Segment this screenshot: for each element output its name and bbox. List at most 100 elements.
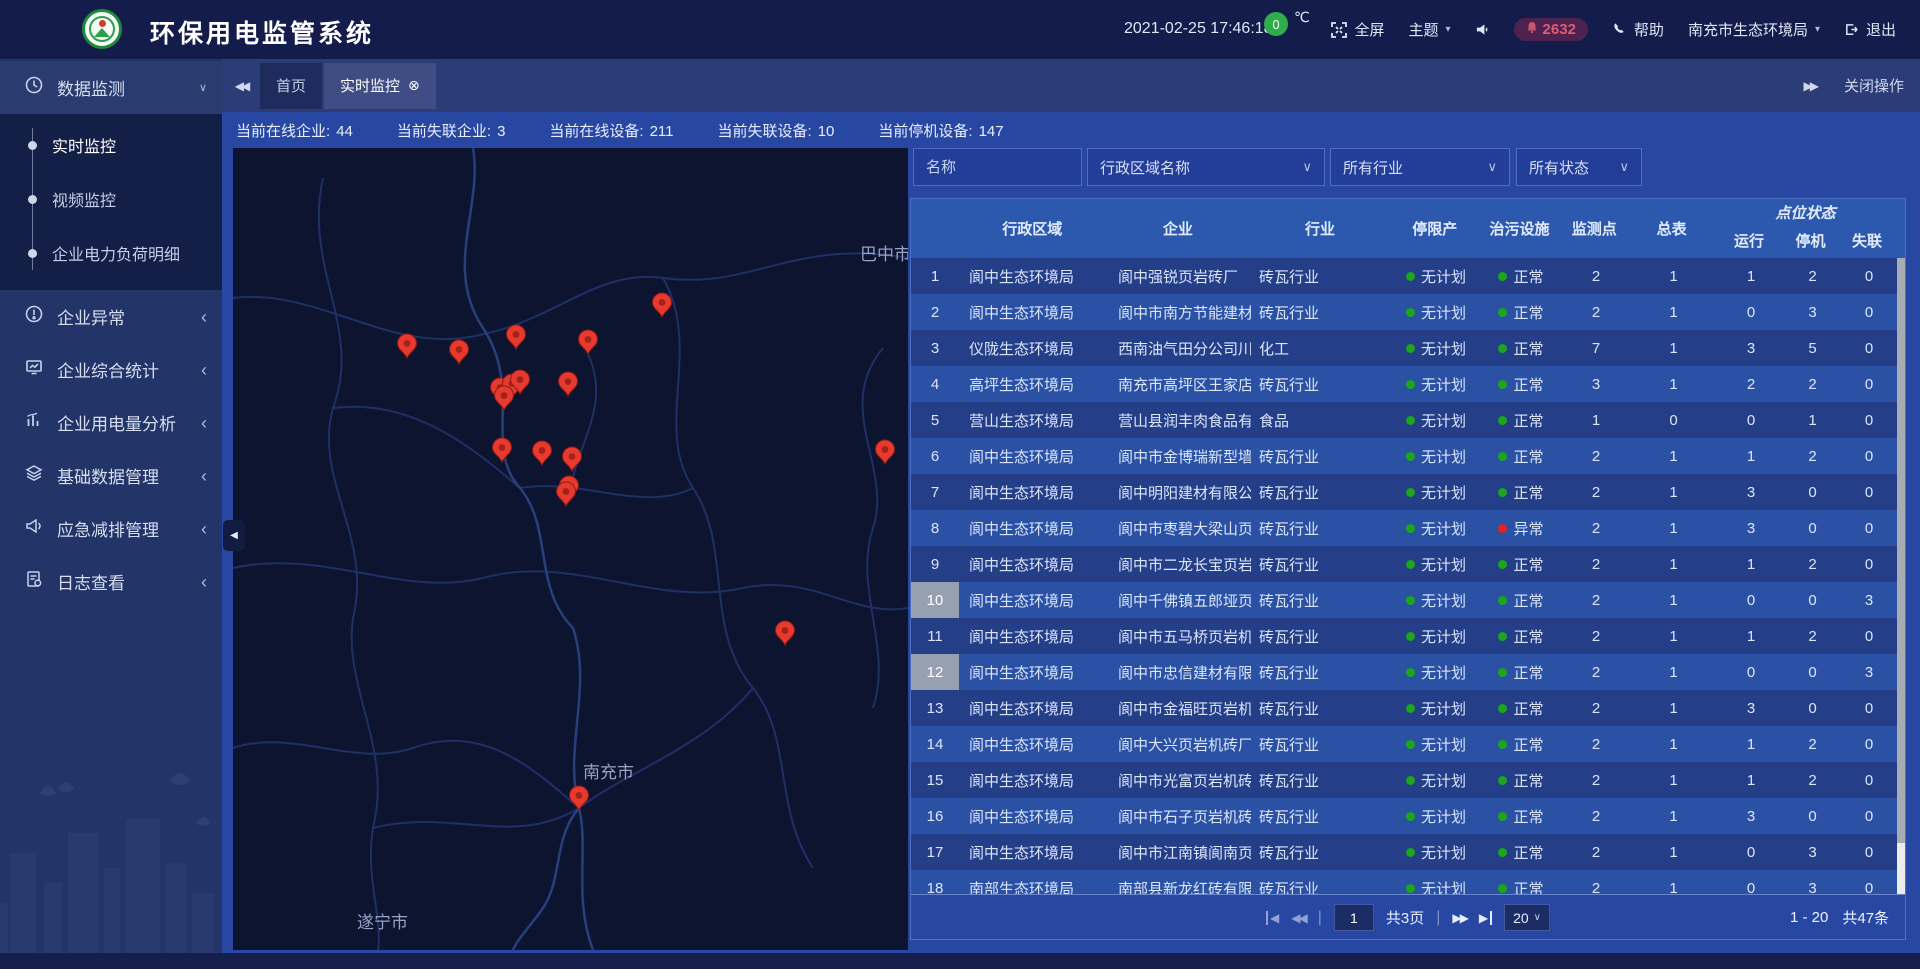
cell-lost: 0 [1839,762,1899,798]
status-dot-green [1498,560,1507,569]
cell-company: 阆中市金博瑞新型墙材 [1106,438,1251,474]
table-row[interactable]: 16阆中生态环境局阆中市石子页岩机砖厂砖瓦行业无计划正常21300 [911,798,1905,834]
table-row[interactable]: 13阆中生态环境局阆中市金福旺页岩机砖砖瓦行业无计划正常21300 [911,690,1905,726]
table-row[interactable]: 2阆中生态环境局阆中市南方节能建材有砖瓦行业无计划正常21030 [911,294,1905,330]
scrollbar-thumb[interactable] [1897,258,1905,843]
status-select[interactable]: 所有状态 ∨ [1516,148,1642,186]
cell-lost: 0 [1839,690,1899,726]
page-size-select[interactable]: 20 ∨ [1504,904,1550,931]
table-row[interactable]: 5营山生态环境局营山县润丰肉食品有限食品无计划正常10010 [911,402,1905,438]
cell-lost: 0 [1839,366,1899,402]
table-row[interactable]: 9阆中生态环境局阆中市二龙长宝页岩砖砖瓦行业无计划正常21120 [911,546,1905,582]
table-row[interactable]: 17阆中生态环境局阆中市江南镇阆南页岩砖瓦行业无计划正常21030 [911,834,1905,870]
col-point-status-group: 点位状态 运行 停机 失联 [1714,199,1897,258]
cell-meter: 1 [1631,474,1716,510]
table-row[interactable]: 1阆中生态环境局阆中强锐页岩砖厂砖瓦行业无计划正常21120 [911,258,1905,294]
tab-close-icon[interactable]: ⊗ [408,77,420,94]
sidebar-subitem-label: 企业电力负荷明细 [52,241,180,265]
table-row[interactable]: 18南部生态环境局南部县新龙红砖有限公砖瓦行业无计划正常21030 [911,870,1905,894]
table-row[interactable]: 15阆中生态环境局阆中市光富页岩机砖厂砖瓦行业无计划正常21120 [911,762,1905,798]
datetime-label: 2021-02-25 17:46:18 [1124,20,1273,38]
cell-company: 阆中明阳建材有限公司 [1106,474,1251,510]
cell-region: 阆中生态环境局 [959,582,1106,618]
tab-scroll-right-icon[interactable]: ▶▶ [1804,79,1816,93]
page-number-input[interactable]: 1 [1334,904,1374,931]
col-production: 停限产 [1390,199,1480,258]
sidebar-item-企业综合统计[interactable]: 企业综合统计‹ [0,343,222,396]
notification-badge[interactable]: 2632 [1514,18,1588,41]
sidebar-subitem-企业电力负荷明细[interactable]: 企业电力负荷明细 [0,226,222,280]
logout-button[interactable]: 退出 [1844,19,1896,40]
temperature-unit: ℃ [1294,9,1310,26]
prev-page-button[interactable]: ◀◀ [1291,911,1305,925]
cell-index: 16 [911,798,959,834]
stat-label: 当前在线设备 [549,123,649,140]
last-page-button[interactable]: ▶ [1479,911,1492,925]
map-panel[interactable]: 巴中市南充市遂宁市 [233,148,908,950]
tab-scroll-left-icon[interactable]: ◀◀ [222,63,260,109]
log-icon [24,569,44,594]
cell-meter: 1 [1631,870,1716,894]
first-page-button[interactable]: ◀ [1266,911,1279,925]
status-dot-green [1406,380,1415,389]
table-row[interactable]: 7阆中生态环境局阆中明阳建材有限公司砖瓦行业无计划正常21300 [911,474,1905,510]
map-canvas[interactable]: 巴中市南充市遂宁市 [233,148,908,950]
sidebar-submenu: 实时监控视频监控企业电力负荷明细 [0,114,222,290]
cell-run: 0 [1716,870,1786,894]
table-scrollbar[interactable] [1897,258,1905,894]
cell-lost: 0 [1839,438,1899,474]
next-page-button[interactable]: ▶▶ [1452,911,1466,925]
megaphone-icon [24,516,44,541]
cell-industry: 砖瓦行业 [1251,870,1391,894]
cell-facility: 正常 [1481,546,1561,582]
temperature-widget: 0 ℃ [1264,9,1310,36]
table-row[interactable]: 3仪陇生态环境局西南油气田分公司川中化工无计划正常71350 [911,330,1905,366]
cell-stop: 0 [1786,690,1839,726]
industry-select[interactable]: 所有行业 ∨ [1330,148,1510,186]
sidebar: 数据监测∨实时监控视频监控企业电力负荷明细企业异常‹企业综合统计‹企业用电量分析… [0,59,222,953]
cell-production: 无计划 [1391,726,1481,762]
sidebar-item-基础数据管理[interactable]: 基础数据管理‹ [0,449,222,502]
tab-首页[interactable]: 首页 [260,63,322,109]
help-button[interactable]: 帮助 [1612,19,1664,40]
cell-meter: 1 [1631,330,1716,366]
org-dropdown[interactable]: 南充市生态环境局 ▾ [1688,19,1820,40]
status-dot-green [1498,632,1507,641]
tab-实时监控[interactable]: 实时监控⊗ [324,63,436,109]
cell-stop: 2 [1786,258,1839,294]
name-input-field[interactable] [926,159,1069,176]
cell-points: 2 [1561,546,1631,582]
sidebar-item-数据监测[interactable]: 数据监测∨ [0,61,222,114]
sidebar-item-应急减排管理[interactable]: 应急减排管理‹ [0,502,222,555]
table-row[interactable]: 14阆中生态环境局阆中大兴页岩机砖厂砖瓦行业无计划正常21120 [911,726,1905,762]
table-row[interactable]: 8阆中生态环境局阆中市枣碧大梁山页岩砖瓦行业无计划异常21300 [911,510,1905,546]
cell-region: 阆中生态环境局 [959,762,1106,798]
sidebar-item-日志查看[interactable]: 日志查看‹ [0,555,222,608]
region-select[interactable]: 行政区域名称 ∨ [1087,148,1325,186]
cell-run: 0 [1716,294,1786,330]
theme-dropdown[interactable]: 主题 ▾ [1409,19,1451,40]
col-industry: 行业 [1250,199,1390,258]
table-row[interactable]: 12阆中生态环境局阆中市忠信建材有限公砖瓦行业无计划正常21003 [911,654,1905,690]
sidebar-subitem-视频监控[interactable]: 视频监控 [0,172,222,226]
table-row[interactable]: 10阆中生态环境局阆中千佛镇五郎垭页岩砖瓦行业无计划正常21003 [911,582,1905,618]
cell-run: 1 [1716,258,1786,294]
status-dot-green [1406,884,1415,893]
sidebar-item-企业用电量分析[interactable]: 企业用电量分析‹ [0,396,222,449]
cell-production: 无计划 [1391,474,1481,510]
sidebar-item-企业异常[interactable]: 企业异常‹ [0,290,222,343]
cell-production: 无计划 [1391,618,1481,654]
cell-production: 无计划 [1391,330,1481,366]
cell-index: 11 [911,618,959,654]
table-row[interactable]: 6阆中生态环境局阆中市金博瑞新型墙材砖瓦行业无计划正常21120 [911,438,1905,474]
table-row[interactable]: 11阆中生态环境局阆中市五马桥页岩机砖砖瓦行业无计划正常21120 [911,618,1905,654]
cell-lost: 3 [1839,582,1899,618]
sound-button[interactable] [1475,22,1490,37]
panel-collapse-button[interactable]: ◀ [223,520,245,551]
table-row[interactable]: 4高坪生态环境局南充市高坪区王家店建砖瓦行业无计划正常31220 [911,366,1905,402]
close-operations-button[interactable]: 关闭操作 [1844,75,1904,96]
fullscreen-button[interactable]: 全屏 [1331,19,1384,40]
alert-icon [24,304,44,329]
name-search-input[interactable] [913,148,1082,186]
sidebar-subitem-实时监控[interactable]: 实时监控 [0,118,222,172]
